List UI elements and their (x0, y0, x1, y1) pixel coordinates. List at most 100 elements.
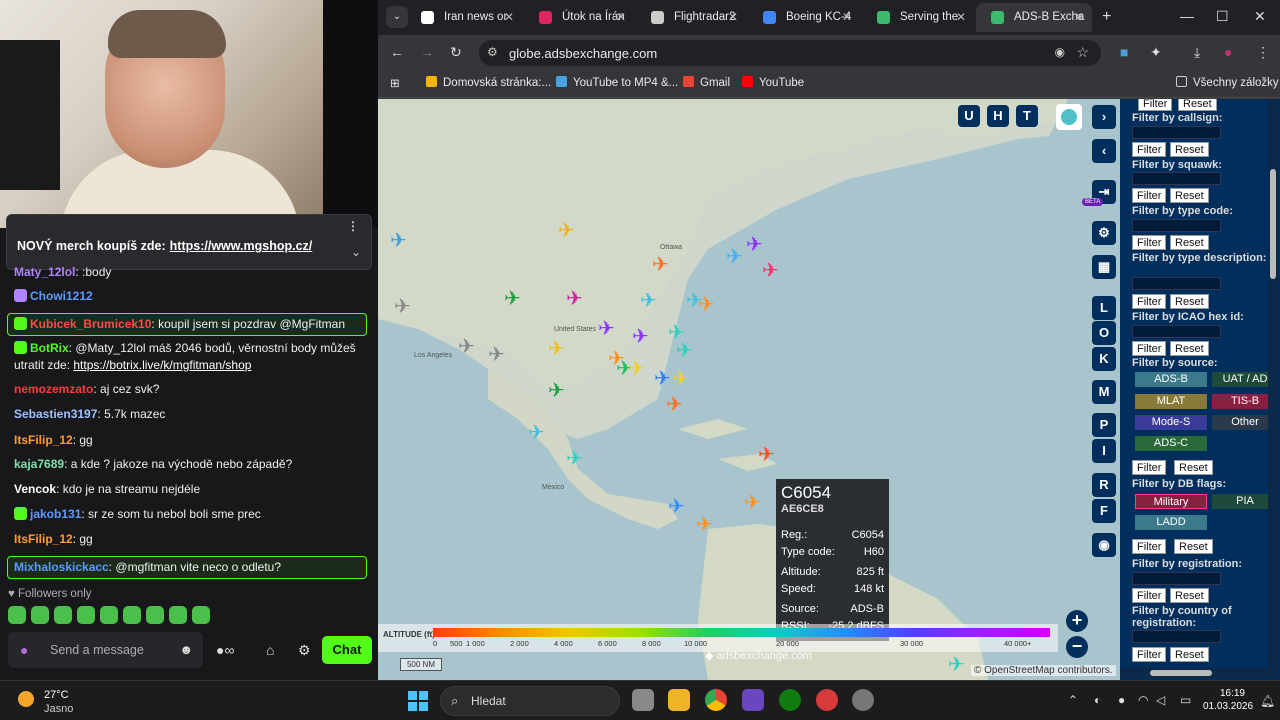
tracking-icon[interactable]: ◉ (1055, 45, 1065, 59)
tab-search-icon[interactable]: ⌄ (386, 6, 408, 28)
chat-input[interactable]: ● Send a message ☻ (8, 632, 203, 668)
minimize-icon[interactable]: — (1180, 8, 1194, 24)
flag-chip[interactable]: LADD (1135, 515, 1207, 530)
close-window-icon[interactable]: ✕ (1254, 8, 1266, 25)
filter-input[interactable] (1132, 126, 1221, 139)
map-button-h[interactable]: H (987, 105, 1009, 127)
menu-icon[interactable]: ⋮ (1256, 44, 1270, 61)
filter-input[interactable] (1132, 219, 1221, 232)
taskbar-search[interactable]: ⌕ Hledat (440, 686, 620, 716)
store-icon[interactable]: ⌂ (266, 642, 274, 658)
reset-button[interactable]: Reset (1170, 341, 1209, 356)
extension-icon[interactable]: ■ (1120, 44, 1128, 60)
tab-close-icon[interactable]: ✕ (616, 3, 626, 32)
emote-icon[interactable] (100, 606, 118, 624)
filter-button[interactable]: Filter (1132, 341, 1167, 356)
aircraft-marker[interactable]: ✈ (528, 420, 545, 444)
aircraft-marker[interactable]: ✈ (488, 342, 505, 366)
chat-username[interactable]: nemozemzato (14, 382, 93, 396)
map-button-l[interactable]: L (1092, 296, 1116, 320)
bookmark-item[interactable]: YouTube to MP4 &... (556, 76, 678, 89)
site-info-icon[interactable]: ⚙ (487, 45, 498, 59)
aircraft-marker[interactable]: ✈ (698, 292, 715, 316)
tab-close-icon[interactable]: ✕ (728, 3, 738, 32)
zoom-out-button[interactable]: − (1066, 636, 1088, 658)
filter-input[interactable] (1132, 630, 1221, 643)
source-chip[interactable]: Mode-S (1135, 415, 1207, 430)
mic-tray-icon[interactable]: ● (1118, 693, 1125, 707)
aircraft-marker[interactable]: ✈ (628, 356, 645, 380)
gear-icon[interactable]: ⚙ (298, 642, 311, 659)
emote-icon[interactable] (192, 606, 210, 624)
volume-icon[interactable]: ◁ (1156, 693, 1165, 707)
reset-button[interactable]: Reset (1170, 142, 1209, 157)
filter-button[interactable]: Filter (1132, 460, 1167, 475)
reload-icon[interactable]: ↻ (450, 44, 462, 61)
chat-username[interactable]: Vencok (14, 482, 56, 496)
layers-button[interactable] (1056, 104, 1082, 130)
tab-close-icon[interactable]: ✕ (504, 3, 514, 32)
reset-button[interactable]: Reset (1174, 539, 1213, 554)
emote-icon[interactable] (54, 606, 72, 624)
app-icon[interactable] (742, 689, 764, 711)
app-icon-2[interactable] (816, 689, 838, 711)
filter-input[interactable] (1132, 172, 1221, 185)
horizontal-scrollbar[interactable] (1120, 668, 1268, 678)
replay-icon[interactable]: ◉ (1092, 533, 1116, 557)
filter-button[interactable]: Filter (1132, 294, 1167, 309)
forward-icon[interactable]: → (420, 44, 434, 60)
pinned-link[interactable]: https://www.mgshop.cz/ (170, 239, 313, 253)
address-bar[interactable]: ⚙ globe.adsbexchange.com ◉ ☆ (479, 40, 1101, 66)
browser-tab[interactable]: Serving the ✕ (862, 3, 974, 32)
reset-button[interactable]: Reset (1170, 588, 1209, 603)
download-icon[interactable]: ⤓ (1194, 44, 1200, 61)
aircraft-marker[interactable]: ✈ (666, 392, 683, 416)
map-button-f[interactable]: F (1092, 499, 1116, 523)
maximize-icon[interactable]: ☐ (1216, 8, 1229, 25)
aircraft-marker[interactable]: ✈ (632, 324, 649, 348)
filter-input[interactable] (1132, 277, 1221, 290)
filter-button[interactable]: Filter (1138, 99, 1173, 111)
aircraft-marker[interactable]: ✈ (668, 494, 685, 518)
chevron-left-icon[interactable]: ‹ (1092, 139, 1116, 163)
filter-input[interactable] (1132, 325, 1221, 338)
aircraft-marker[interactable]: ✈ (504, 286, 521, 310)
start-button[interactable] (408, 691, 428, 711)
flight-map[interactable]: United States Ottawa Mexico Los Angeles … (378, 99, 1120, 680)
aircraft-marker[interactable]: ✈ (652, 252, 669, 276)
profile-avatar[interactable]: ● (1224, 44, 1232, 60)
more-options-icon[interactable]: ⋮ (347, 219, 359, 233)
filter-button[interactable]: Filter (1132, 539, 1167, 554)
aircraft-marker[interactable]: ✈ (558, 218, 575, 242)
bookmark-item[interactable]: YouTube (742, 76, 804, 89)
filter-input[interactable] (1132, 572, 1221, 585)
chat-username[interactable]: ItsFilip_12 (14, 532, 73, 546)
reset-button[interactable]: Reset (1170, 235, 1209, 250)
aircraft-marker[interactable]: ✈ (758, 442, 775, 466)
notification-icon[interactable]: 🔔︎ (1260, 694, 1275, 708)
map-button-m[interactable]: M (1092, 380, 1116, 404)
reset-button[interactable]: Reset (1178, 99, 1217, 111)
emote-icon[interactable] (77, 606, 95, 624)
map-button-u[interactable]: U (958, 105, 980, 127)
xbox-icon[interactable] (779, 689, 801, 711)
tray-chevron-icon[interactable]: ⌃ (1068, 693, 1078, 707)
chat-username[interactable]: ItsFilip_12 (14, 433, 73, 447)
aircraft-marker[interactable]: ✈ (948, 652, 965, 676)
back-icon[interactable]: ← (390, 44, 404, 60)
aircraft-marker[interactable]: ✈ (672, 366, 689, 390)
reset-button[interactable]: Reset (1174, 460, 1213, 475)
aircraft-marker[interactable]: ✈ (744, 490, 761, 514)
chat-link[interactable]: https://botrix.live/k/mgfitman/shop (73, 358, 251, 372)
aircraft-marker[interactable]: ✈ (394, 294, 411, 318)
filter-button[interactable]: Filter (1132, 188, 1167, 203)
filter-button[interactable]: Filter (1132, 235, 1167, 250)
emote-icon[interactable] (169, 606, 187, 624)
aircraft-marker[interactable]: ✈ (726, 244, 743, 268)
browser-tab[interactable]: ADS-B Excha ✕ (976, 3, 1092, 32)
tab-close-icon[interactable]: ✕ (842, 3, 852, 32)
chat-username[interactable]: jakob131 (30, 507, 81, 521)
aircraft-marker[interactable]: ✈ (746, 232, 763, 256)
emote-icon[interactable] (8, 606, 26, 624)
task-view-icon[interactable] (632, 689, 654, 711)
